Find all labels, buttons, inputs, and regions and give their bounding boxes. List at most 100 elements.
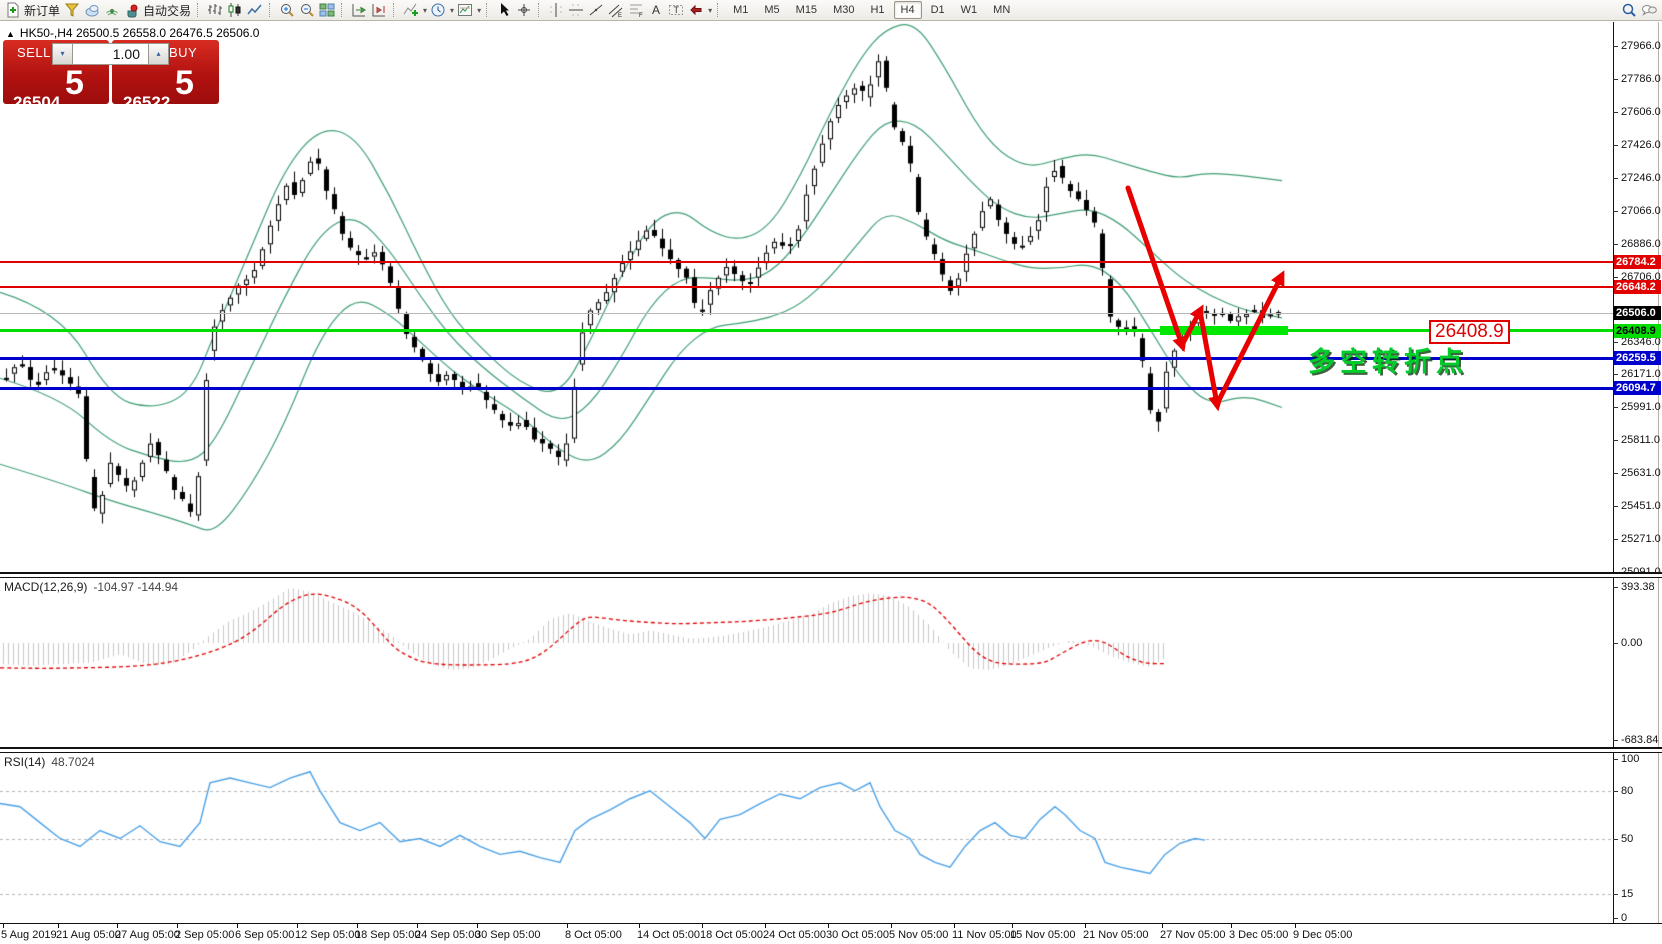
time-tick-label: 11 Nov 05:00 [952,929,1017,941]
rsi-panel-plot[interactable] [0,753,1613,923]
chat-button[interactable] [1639,1,1659,20]
fibonacci-button[interactable]: F [626,1,646,20]
trendline-icon [588,2,604,18]
arrows-button[interactable] [686,1,706,20]
price-tick-mark [1613,506,1618,507]
toolbar-group-handle[interactable] [717,3,721,17]
main-chart-plot[interactable] [0,22,1613,573]
price-tick-label: 100 [1621,753,1639,765]
text-label-button[interactable]: T [666,1,686,20]
price-tick-mark [1613,587,1618,588]
toolbar-group-handle[interactable] [341,3,345,17]
toolbar-group-handle[interactable] [538,3,542,17]
periods-button-caret[interactable]: ▾ [450,6,454,15]
timeframe-m30-button[interactable]: M30 [826,1,861,19]
price-tick-label: 26346.0 [1621,336,1661,348]
price-tick-mark [1613,342,1618,343]
timeframe-m1-button[interactable]: M1 [726,1,755,19]
arrows-button-caret[interactable]: ▾ [708,6,712,15]
crosshair-icon [516,2,532,18]
hline-26094.7[interactable] [0,387,1613,390]
filter-button[interactable] [62,1,82,20]
sell-label[interactable]: SELL [17,45,51,60]
toolbar-group-handle[interactable] [269,3,273,17]
autotrading-button[interactable]: 自动交易 [122,1,193,20]
price-tick-mark [1613,440,1618,441]
timeframe-mn-button[interactable]: MN [986,1,1017,19]
time-tick-mark [357,924,358,928]
label-icon: T [668,2,684,18]
cursor-button[interactable] [494,1,514,20]
hline-26648.2[interactable] [0,286,1613,288]
crosshair-button[interactable] [514,1,534,20]
time-tick-mark [567,924,568,928]
vline-icon [548,2,564,18]
price-badge-26648.2: 26648.2 [1614,280,1661,294]
time-tick-mark [477,924,478,928]
volume-increase-button[interactable]: ▴ [148,43,169,65]
buy-label[interactable]: BUY [169,45,197,60]
templates-button-caret[interactable]: ▾ [477,6,481,15]
vertical-line-button[interactable] [546,1,566,20]
volume-decrease-button[interactable]: ▾ [52,43,73,65]
toolbar-group-handle[interactable] [393,3,397,17]
timeframe-w1-button[interactable]: W1 [954,1,985,19]
community-button[interactable] [82,1,102,20]
time-tick-label: 2 Sep 05:00 [175,929,234,941]
text-button[interactable]: A [646,1,666,20]
macd-panel-plot[interactable] [0,578,1613,748]
chart-shift-icon [371,2,387,18]
hline-26408.9[interactable] [0,329,1613,332]
sell-price[interactable]: 26504.5 [13,64,84,113]
new-order-button[interactable]: 新订单 [3,1,62,20]
line-chart-button[interactable] [245,1,265,20]
equidistant-channel-button[interactable]: E [606,1,626,20]
bar-chart-button[interactable] [205,1,225,20]
indicators-button-caret[interactable]: ▾ [423,6,427,15]
candlestick-chart-button[interactable] [225,1,245,20]
toolbar-right-group [1619,1,1659,20]
time-tick-mark [237,924,238,928]
time-tick-mark [702,924,703,928]
zoom-in-button[interactable] [277,1,297,20]
signals-button[interactable] [102,1,122,20]
timeframe-h4-button[interactable]: H4 [894,1,922,19]
timeframe-m15-button[interactable]: M15 [789,1,824,19]
auto-scroll-button[interactable] [349,1,369,20]
time-tick-label: 27 Aug 05:00 [115,929,180,941]
thick-green-band[interactable] [1160,326,1288,335]
time-tick-label: 5 Nov 05:00 [889,929,948,941]
periods-button[interactable] [428,1,448,20]
zoom-out-button[interactable] [297,1,317,20]
price-tick-label: 25631.0 [1621,467,1661,479]
panel-separator[interactable] [0,747,1662,753]
chart-shift-button[interactable] [369,1,389,20]
price-badge-26408.9: 26408.9 [1614,324,1661,338]
search-button[interactable] [1619,1,1639,20]
toolbar-group-handle[interactable] [486,3,490,17]
price-badge-26506.0: 26506.0 [1614,306,1661,320]
price-tick-mark [1613,46,1618,47]
svg-text:E: E [618,13,622,18]
price-level-label[interactable]: 26408.9 [1429,320,1510,344]
timeframe-h1-button[interactable]: H1 [863,1,891,19]
hline-26506[interactable] [0,313,1613,314]
price-tick-label: 26886.0 [1621,238,1661,250]
templates-button[interactable] [455,1,475,20]
price-tick-mark [1613,759,1618,760]
hline-26784.2[interactable] [0,261,1613,263]
indicators-button[interactable] [401,1,421,20]
svg-text:F: F [639,13,643,18]
buy-price[interactable]: 26522.5 [123,64,194,113]
tile-windows-button[interactable] [317,1,337,20]
timeframe-d1-button[interactable]: D1 [924,1,952,19]
horizontal-line-button[interactable] [566,1,586,20]
volume-input[interactable]: 1.00 [73,43,148,65]
template-icon [457,2,473,18]
time-axis[interactable]: 5 Aug 201921 Aug 05:0027 Aug 05:002 Sep … [0,923,1662,944]
timeframe-m5-button[interactable]: M5 [757,1,786,19]
panel-separator[interactable] [0,572,1662,578]
collapse-icon[interactable]: ▲ [6,29,15,39]
trendline-button[interactable] [586,1,606,20]
toolbar-group-handle[interactable] [197,3,201,17]
